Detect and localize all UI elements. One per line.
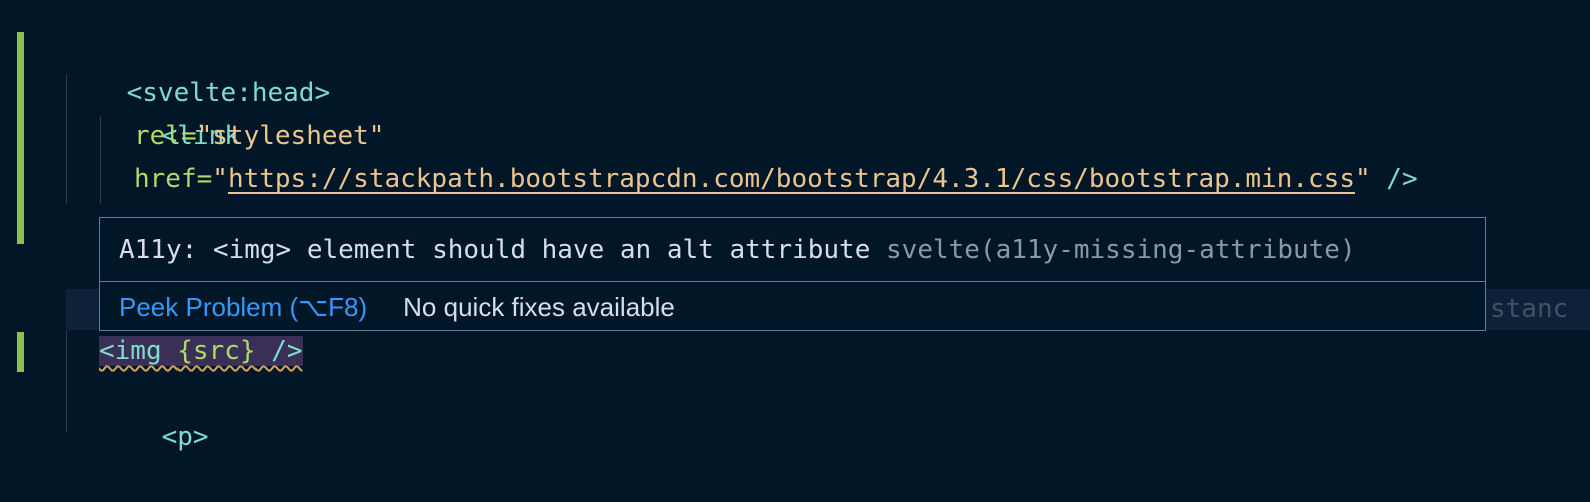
href-quote-close: " [1354, 164, 1371, 194]
problem-hover-widget[interactable]: A11y: <img> element should have an alt a… [99, 217, 1486, 331]
code-line[interactable]: <img {src} /> [99, 330, 303, 373]
problem-text: A11y: <img> element should have an alt a… [119, 235, 871, 265]
line-number [0, 40, 6, 60]
href-attribute: href= [134, 164, 213, 194]
code-line[interactable]: <svelte:head> [64, 29, 331, 108]
no-quick-fixes-text: No quick fixes available [403, 292, 675, 322]
img-src-attribute: {src} [177, 336, 256, 366]
img-element-warning[interactable]: <img {src} /> [99, 336, 303, 366]
covered-line-fragment: stanc [1490, 294, 1569, 324]
href-url-link[interactable]: https://stackpath.bootstrapcdn.com/boots… [228, 164, 1355, 194]
added-lines-marker[interactable] [17, 32, 24, 244]
problem-source: svelte(a11y-missing-attribute) [886, 235, 1356, 265]
code-line[interactable]: rel="stylesheet" [134, 115, 384, 158]
problem-message: A11y: <img> element should have an alt a… [119, 228, 1356, 272]
img-tag: <img [99, 336, 178, 366]
code-line[interactable]: href="https://stackpath.bootstrapcdn.com… [134, 158, 1418, 201]
p-open-tag: <p> [161, 422, 209, 452]
peek-problem-link[interactable]: Peek Problem (⌥F8) [119, 292, 367, 322]
code-editor[interactable]: <svelte:head> <link rel="stylesheet" hre… [0, 0, 1590, 452]
rel-value: "stylesheet" [196, 121, 385, 151]
hover-actions: Peek Problem (⌥F8) No quick fixes availab… [119, 284, 675, 330]
hover-divider [100, 281, 1485, 282]
href-quote-open: " [212, 164, 228, 194]
code-line[interactable]: <p> [99, 373, 209, 452]
added-lines-marker[interactable] [17, 332, 24, 372]
self-close-tag: /> [1370, 164, 1418, 194]
code-line[interactable]: <link [99, 72, 240, 151]
img-self-close: /> [255, 336, 303, 366]
rel-attribute: rel= [134, 121, 197, 151]
